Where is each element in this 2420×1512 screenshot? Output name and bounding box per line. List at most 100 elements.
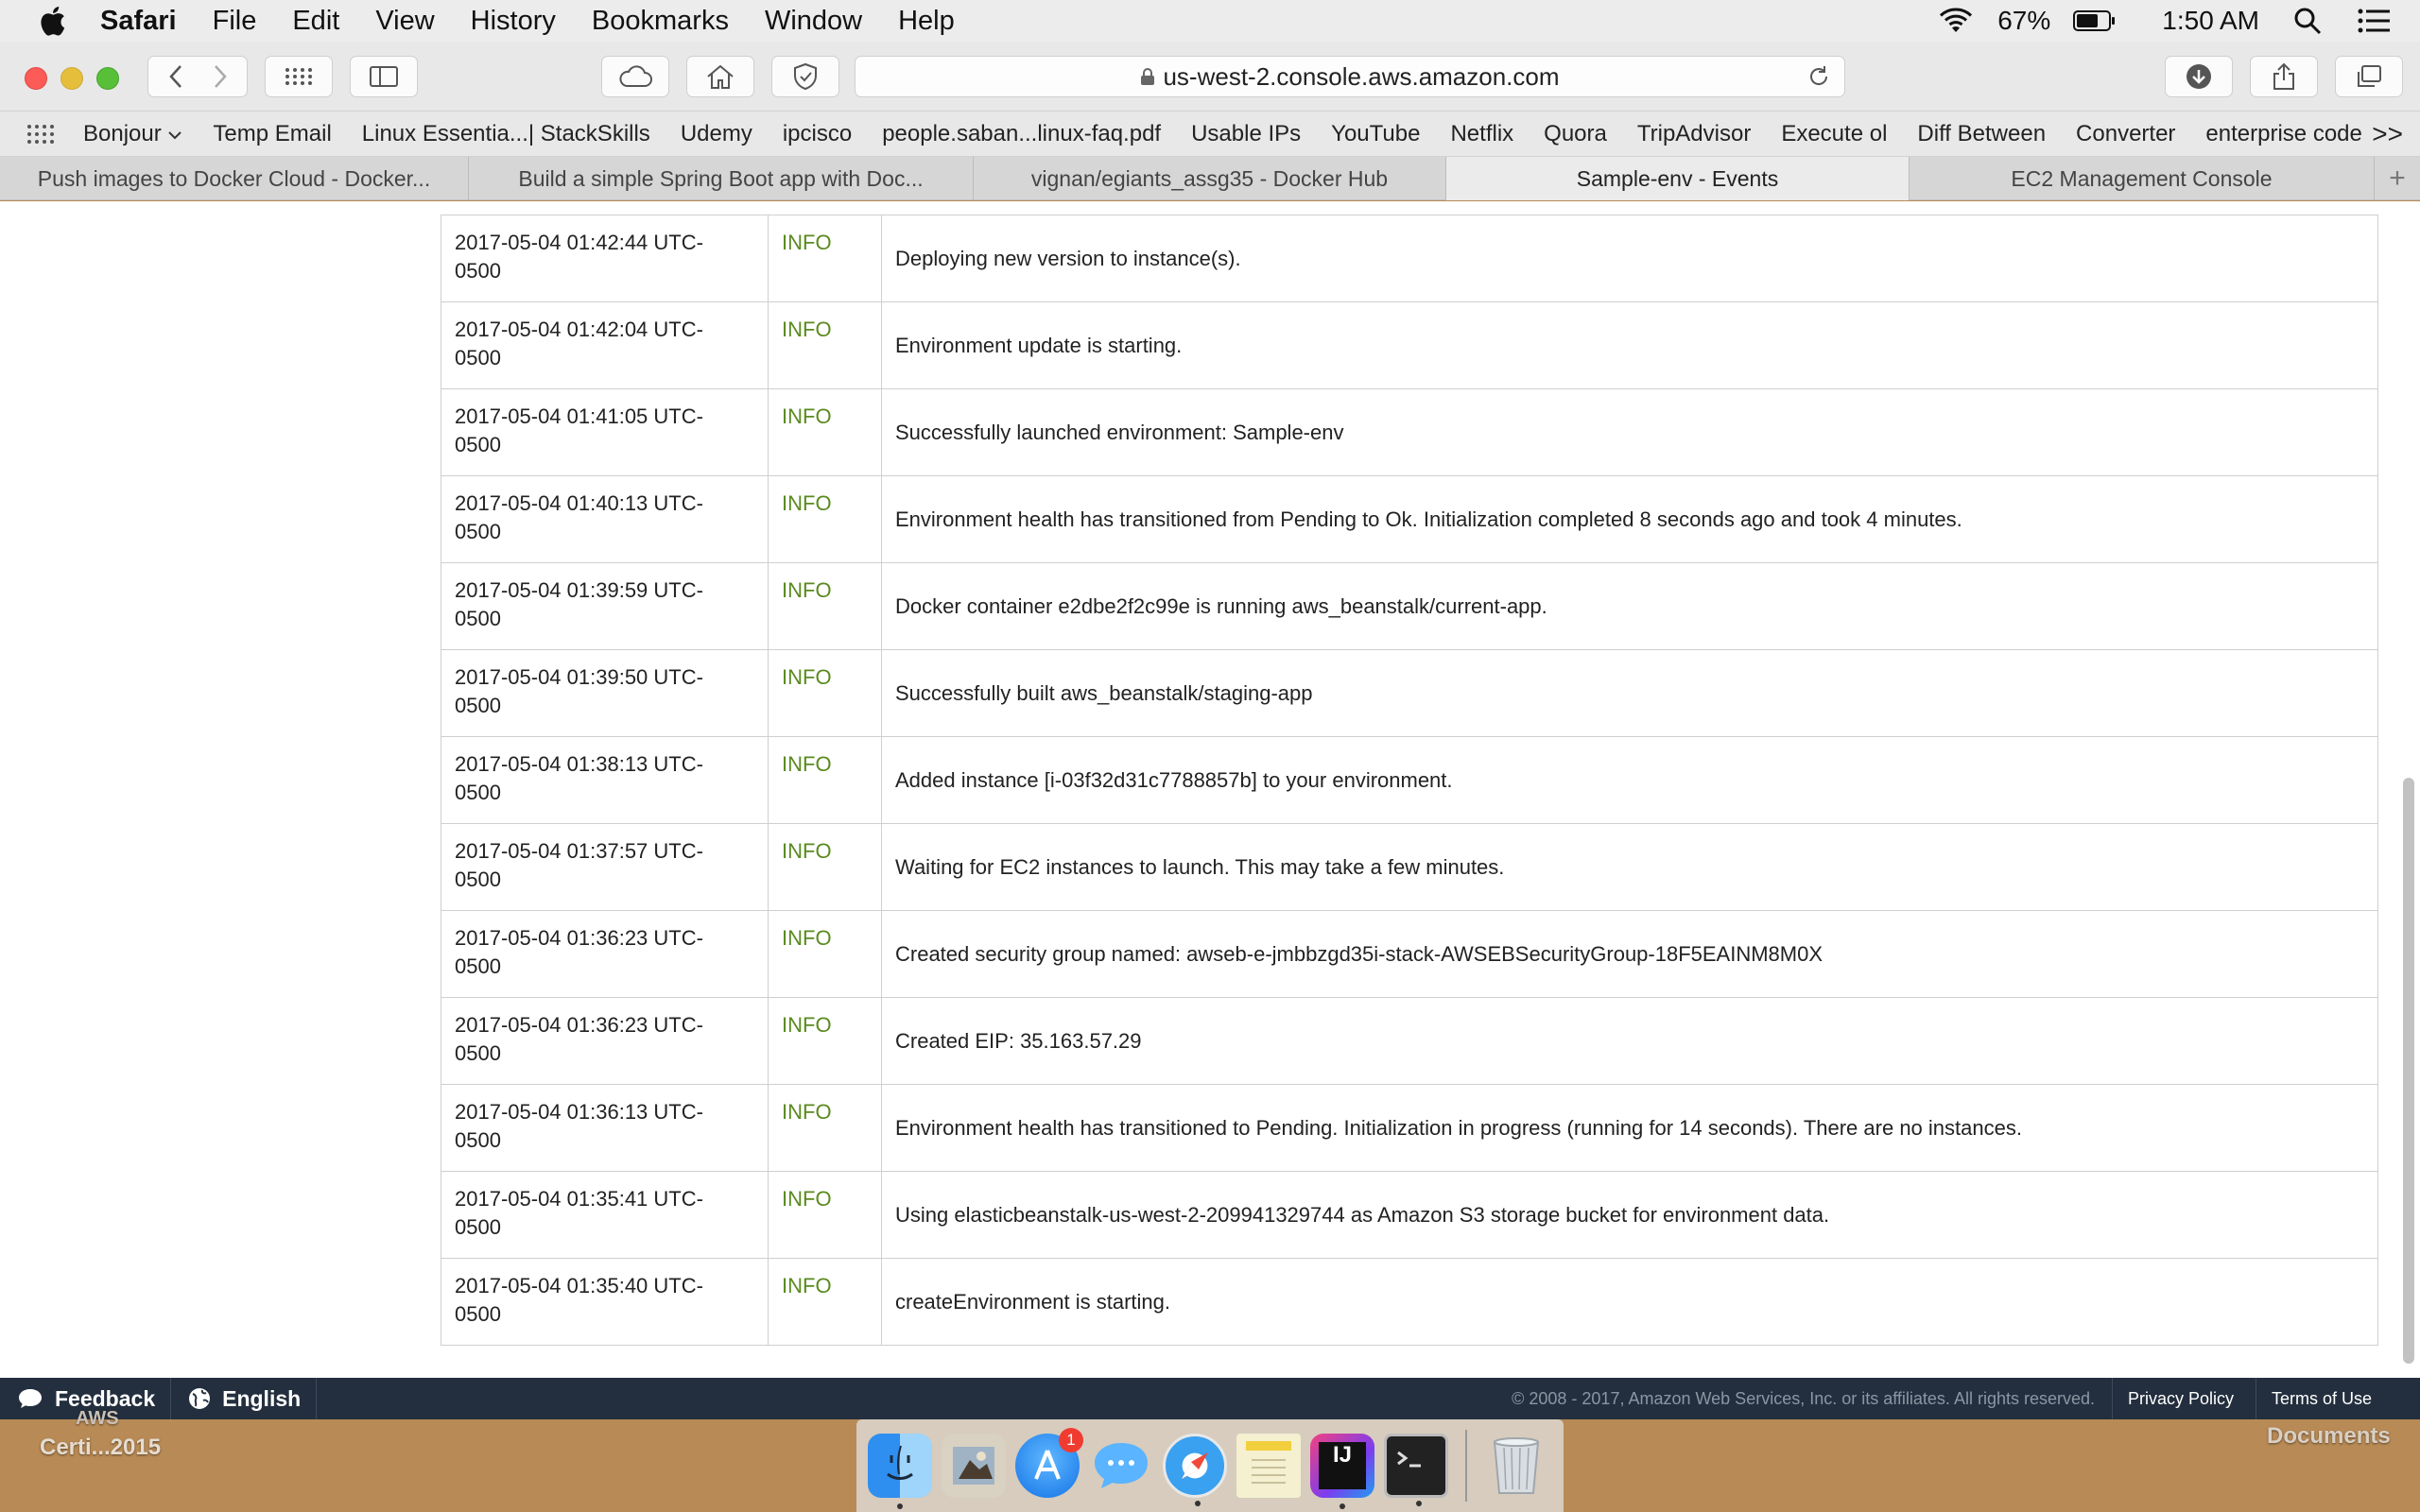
spotlight-search-icon[interactable] [2293,7,2322,35]
tab-spring-boot[interactable]: Build a simple Spring Boot app with Doc.… [469,157,974,200]
intellij-logo: IJ [1319,1442,1366,1489]
bookmark-bonjour[interactable]: Bonjour [83,121,182,147]
bookmark-tripadvisor[interactable]: TripAdvisor [1637,121,1751,147]
bookmark-temp-email[interactable]: Temp Email [213,121,331,147]
clock[interactable]: 1:50 AM [2162,6,2259,36]
privacy-policy-link[interactable]: Privacy Policy [2112,1378,2249,1419]
app-store-icon[interactable]: 1 [1015,1428,1083,1498]
safari-icon[interactable] [1163,1434,1227,1506]
menu-file[interactable]: File [213,6,257,37]
finder-icon[interactable] [868,1434,932,1509]
event-severity: INFO [768,736,882,824]
speech-bubble-icon [1095,1443,1148,1488]
bookmark-usable-ips[interactable]: Usable IPs [1191,121,1301,147]
event-message: Successfully launched environment: Sampl… [881,388,2378,476]
battery-icon[interactable] [2073,9,2117,32]
share-button[interactable] [2250,56,2318,97]
menu-edit[interactable]: Edit [292,6,339,37]
menu-safari[interactable]: Safari [100,6,177,37]
address-bar[interactable]: us-west-2.console.aws.amazon.com [855,56,1845,97]
bookmark-enterprise-code[interactable]: enterprise code [2205,121,2361,147]
tab-docker-cloud[interactable]: Push images to Docker Cloud - Docker... [0,157,469,200]
table-row: 2017-05-04 01:40:13 UTC- 0500 INFO Enviro… [441,475,2378,563]
window-close-button[interactable] [25,67,47,90]
chevron-down-icon [168,130,182,139]
menu-window[interactable]: Window [765,6,862,37]
tab-sample-env-events[interactable]: Sample-env - Events [1446,157,1910,200]
downloads-button[interactable] [2165,56,2233,97]
globe-icon [189,1388,211,1409]
bookmark-ipcisco[interactable]: ipcisco [783,121,852,147]
eagle-photo-icon [953,1447,994,1485]
extension-button[interactable] [771,56,839,97]
apple-menu-icon[interactable] [38,5,66,37]
desktop-file-label[interactable]: AWS [76,1408,119,1430]
bookmark-youtube[interactable]: YouTube [1331,121,1420,147]
bookmark-execute-ol[interactable]: Execute ol [1781,121,1887,147]
bookmark-linux-essentials[interactable]: Linux Essentia...| StackSkills [362,121,650,147]
new-tab-button[interactable]: + [2375,157,2420,199]
menu-bookmarks[interactable]: Bookmarks [592,6,729,37]
wifi-icon[interactable] [1937,7,1975,35]
tab-ec2-console[interactable]: EC2 Management Console [1910,157,2375,200]
forward-button[interactable] [193,56,248,97]
menu-history[interactable]: History [471,6,556,37]
notes-icon[interactable] [1236,1434,1301,1498]
event-time: 2017-05-04 01:40:13 UTC- 0500 [441,475,769,563]
bookmark-udemy[interactable]: Udemy [681,121,752,147]
desktop-file-label[interactable]: Certi...2015 [40,1435,161,1461]
event-message: Successfully built aws_beanstalk/staging… [881,649,2378,737]
event-message: Created EIP: 35.163.57.29 [881,997,2378,1085]
menu-help[interactable]: Help [898,6,955,37]
table-row: 2017-05-04 01:39:50 UTC- 0500 INFO Succes… [441,649,2378,737]
messages-icon[interactable] [1089,1434,1153,1498]
prompt-icon [1397,1451,1421,1468]
tab-overview-button[interactable] [2335,56,2403,97]
desktop-folder-label[interactable]: Documents [2267,1423,2391,1450]
trash-can-icon [1493,1437,1540,1494]
event-time: 2017-05-04 01:36:13 UTC- 0500 [441,1084,769,1172]
lock-icon [1141,68,1155,85]
home-icon [707,64,734,89]
window-minimize-button[interactable] [60,67,83,90]
event-message: Waiting for EC2 instances to launch. Thi… [881,823,2378,911]
event-time: 2017-05-04 01:36:23 UTC- 0500 [441,910,769,998]
event-message: Created security group named: awseb-e-jm… [881,910,2378,998]
icloud-tabs-button[interactable] [601,56,669,97]
home-button[interactable] [686,56,754,97]
event-time: 2017-05-04 01:42:04 UTC- 0500 [441,301,769,389]
event-severity: INFO [768,475,882,563]
notification-center-icon[interactable] [2358,9,2390,33]
event-time: 2017-05-04 01:39:59 UTC- 0500 [441,562,769,650]
menu-view[interactable]: View [375,6,434,37]
bookmarks-overflow-button[interactable]: >> [2372,119,2403,149]
menu-bar: Safari File Edit View History Bookmarks … [0,0,2420,42]
terms-of-use-link[interactable]: Terms of Use [2256,1378,2387,1419]
bookmark-quora[interactable]: Quora [1544,121,1607,147]
app-store-a-icon [1034,1450,1061,1480]
events-table: 2017-05-04 01:42:44 UTC- 0500 INFO Deploy… [441,215,2378,1346]
event-message: Deploying new version to instance(s). [881,215,2378,302]
bookmark-netflix[interactable]: Netflix [1450,121,1513,147]
tab-docker-hub[interactable]: vignan/egiants_assg35 - Docker Hub [974,157,1446,200]
event-severity: INFO [768,215,882,302]
show-all-bookmarks-icon[interactable] [26,124,55,145]
event-message: Environment health has transitioned to P… [881,1084,2378,1172]
trash-icon[interactable] [1484,1434,1548,1498]
preview-icon[interactable] [942,1434,1006,1498]
bookmark-diff-between[interactable]: Diff Between [1917,121,2046,147]
share-icon [2273,62,2294,90]
bookmark-converter[interactable]: Converter [2076,121,2175,147]
bookmark-linux-faq[interactable]: people.saban...linux-faq.pdf [882,121,1161,147]
language-selector[interactable]: English [171,1378,318,1419]
sidebar-button[interactable] [350,56,418,97]
event-severity: INFO [768,1171,882,1259]
intellij-icon[interactable]: IJ [1310,1434,1374,1509]
tab-bar: Push images to Docker Cloud - Docker... … [0,157,2420,200]
event-time: 2017-05-04 01:42:44 UTC- 0500 [441,215,769,302]
terminal-icon[interactable] [1384,1434,1448,1506]
page-scrollbar[interactable] [2403,778,2414,1364]
window-zoom-button[interactable] [96,67,119,90]
reload-icon[interactable] [1806,64,1831,89]
top-sites-button[interactable] [265,56,333,97]
